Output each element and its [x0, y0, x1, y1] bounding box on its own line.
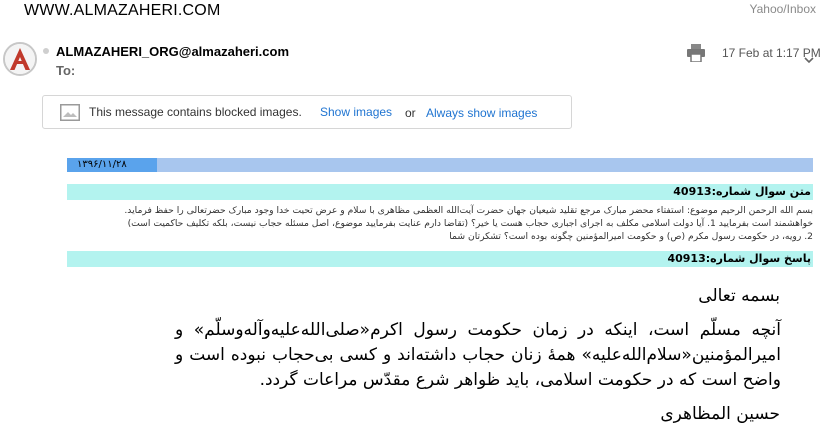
answer-header-bar: پاسخ سوال شماره:40913 [67, 251, 813, 267]
site-title: WWW.ALMAZAHERI.COM [24, 2, 221, 19]
folder-label[interactable]: Yahoo/Inbox [750, 2, 817, 16]
status-dot-icon [43, 48, 49, 54]
or-text: or [405, 106, 416, 120]
question-body: بسم الله الرحمن الرحيم موضوع: استفتاء مح… [67, 204, 813, 243]
sender-avatar[interactable] [3, 42, 37, 76]
always-show-images-link[interactable]: Always show images [426, 106, 537, 120]
blocked-images-notice: This message contains blocked images. Sh… [42, 95, 572, 129]
show-images-link[interactable]: Show images [320, 105, 392, 119]
question-line: 2. رويه، در حکومت رسول مکرم (ص) و حکومت … [449, 231, 813, 242]
blocked-images-text: This message contains blocked images. [89, 105, 302, 119]
persian-date: ۱۳۹۶/۱۱/۲۸ [77, 159, 127, 170]
answer-title: بسمه تعالی [698, 286, 780, 306]
image-icon [60, 104, 80, 121]
sender-address[interactable]: ALMAZAHERI_ORG@almazaheri.com [56, 44, 289, 59]
signature: حسين المظاهری [660, 404, 780, 424]
question-line: بسم الله الرحمن الرحيم موضوع: استفتاء مح… [124, 205, 813, 216]
to-label: To: [56, 63, 76, 78]
avatar-logo-icon [5, 44, 35, 74]
question-header: متن سوال شماره:40913 [673, 185, 811, 198]
print-icon[interactable] [686, 44, 706, 63]
answer-body: آنچه مسلّم است، اينکه در زمان حکومت رسول… [175, 320, 781, 390]
question-line: خواهشمند است بفرماييد 1. آيا دولت اسلامی… [127, 218, 813, 229]
more-chevron-icon[interactable] [804, 50, 814, 64]
answer-header: پاسخ سوال شماره:40913 [667, 252, 811, 265]
question-header-bar: متن سوال شماره:40913 [67, 184, 813, 200]
date-bar: ۱۳۹۶/۱۱/۲۸ [67, 158, 813, 172]
